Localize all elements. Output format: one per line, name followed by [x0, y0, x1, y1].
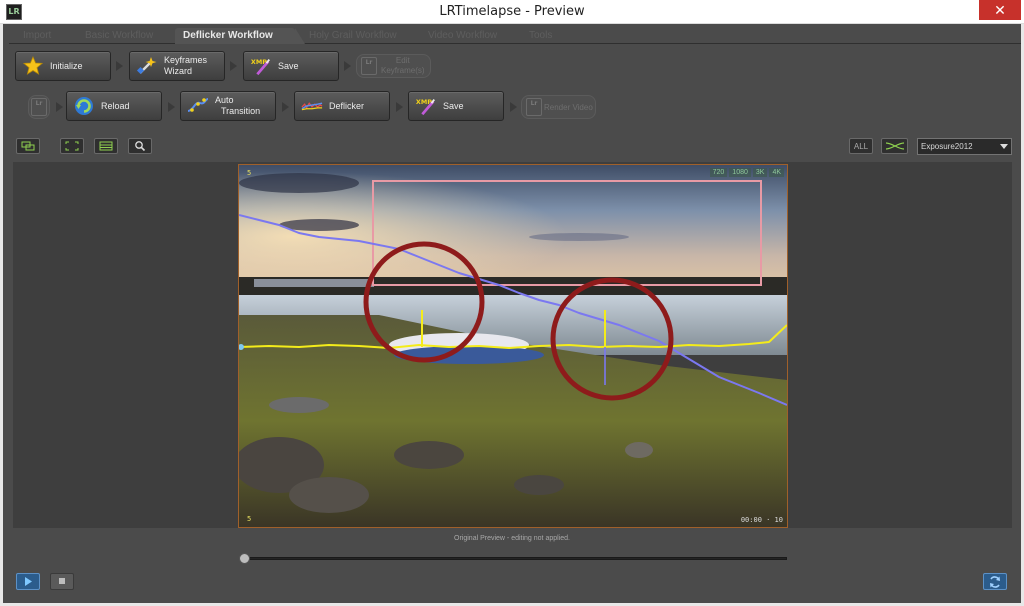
play-button[interactable]	[16, 573, 40, 590]
xmp-icon: XMP	[250, 55, 272, 77]
magnifier-icon	[135, 141, 146, 152]
list-icon	[99, 141, 113, 151]
reload-button[interactable]: Reload	[66, 91, 162, 121]
step-arrow	[396, 102, 403, 112]
fullscreen-button[interactable]	[60, 138, 84, 154]
window-title: LRTimelapse - Preview	[439, 4, 585, 19]
timeline-handle[interactable]	[239, 553, 250, 564]
chevron-down-icon	[1000, 144, 1008, 149]
save-button[interactable]: XMP Save	[243, 51, 339, 81]
close-button[interactable]: ✕	[979, 0, 1021, 20]
lightroom-icon: Lr	[31, 98, 47, 116]
resolution-badges: 720 1080 3K 4K	[709, 168, 784, 177]
reload-icon	[73, 95, 95, 117]
res-3k-badge[interactable]: 3K	[752, 168, 768, 177]
workflow-tabs: Import Basic Workflow Deflicker Workflow…	[9, 28, 1021, 44]
step-arrow	[116, 61, 123, 71]
refresh-button[interactable]	[983, 573, 1007, 590]
auto-transition-button[interactable]: Auto Transition	[180, 91, 276, 121]
compare-view-button[interactable]	[16, 138, 40, 154]
step-arrow	[282, 102, 289, 112]
deflicker-button[interactable]: Deflicker	[294, 91, 390, 121]
compare-icon	[21, 141, 35, 151]
parameter-dropdown[interactable]: Exposure2012	[917, 138, 1012, 155]
curve-icon	[187, 95, 209, 117]
stop-icon	[59, 578, 65, 584]
preview-area: 720 1080 3K 4K 5 5 00:00 · 10	[13, 162, 1012, 528]
title-bar: LR LRTimelapse - Preview ✕	[0, 0, 1024, 24]
fullscreen-icon	[65, 141, 79, 151]
refresh-icon	[990, 575, 1000, 588]
preview-frame[interactable]: 720 1080 3K 4K 5 5 00:00 · 10	[238, 164, 788, 528]
deflicker-icon	[301, 95, 323, 117]
lightroom-sync-button[interactable]: Lr	[28, 95, 50, 119]
tab-basic-workflow[interactable]: Basic Workflow	[85, 28, 153, 44]
show-all-button[interactable]: ALL	[849, 138, 873, 154]
keyframes-wizard-label: Keyframes Wizard	[164, 55, 208, 76]
step-arrow	[344, 61, 351, 71]
res-720-badge[interactable]: 720	[709, 168, 728, 177]
preview-image	[239, 165, 787, 527]
lightroom-icon: Lr	[361, 55, 377, 77]
step-arrow	[56, 102, 63, 112]
tab-holy-grail-workflow[interactable]: Holy Grail Workflow	[309, 28, 397, 44]
wand-icon	[136, 55, 158, 77]
res-1080-badge[interactable]: 1080	[729, 168, 751, 177]
save-label-2: Save	[443, 100, 464, 111]
xmp-icon: XMP	[415, 95, 437, 117]
bottom-scale-label: 5	[247, 515, 252, 523]
auto-transition-label: Auto Transition	[215, 95, 261, 116]
play-icon	[25, 577, 32, 586]
edit-keyframes-label: Edit Keyframe(s)	[381, 56, 425, 75]
tab-tools[interactable]: Tools	[529, 28, 552, 44]
keyframes-wizard-button[interactable]: Keyframes Wizard	[129, 51, 225, 81]
tab-video-workflow[interactable]: Video Workflow	[428, 28, 497, 44]
step-arrow	[510, 102, 517, 112]
star-icon	[22, 55, 44, 77]
list-view-button[interactable]	[94, 138, 118, 154]
render-video-button[interactable]: Lr Render Video	[521, 95, 596, 119]
initialize-label: Initialize	[50, 60, 83, 71]
render-video-label: Render Video	[544, 102, 593, 112]
top-scale-label: 5	[247, 169, 252, 177]
deflicker-label: Deflicker	[329, 100, 365, 111]
step-arrow	[168, 102, 175, 112]
app-window: Import Basic Workflow Deflicker Workflow…	[0, 24, 1024, 606]
save-button-2[interactable]: XMP Save	[408, 91, 504, 121]
crossing-curves-icon	[885, 142, 904, 150]
lightroom-icon: Lr	[526, 96, 542, 118]
step-arrow	[230, 61, 237, 71]
timeline-slider[interactable]	[239, 553, 787, 564]
edit-keyframes-button[interactable]: Lr Edit Keyframe(s)	[356, 54, 431, 78]
stop-button[interactable]	[50, 573, 74, 590]
res-4k-badge[interactable]: 4K	[769, 168, 784, 177]
save-label: Save	[278, 60, 299, 71]
initialize-button[interactable]: Initialize	[15, 51, 111, 81]
tab-import[interactable]: Import	[23, 28, 51, 44]
preview-status: Original Preview - editing not applied.	[454, 535, 570, 542]
dropdown-value: Exposure2012	[921, 142, 973, 151]
timecode: 00:00 · 10	[740, 516, 783, 524]
tab-deflicker-workflow[interactable]: Deflicker Workflow	[175, 28, 305, 44]
reload-label: Reload	[101, 100, 130, 111]
curve-toggle-button[interactable]	[881, 138, 908, 154]
zoom-button[interactable]	[128, 138, 152, 154]
